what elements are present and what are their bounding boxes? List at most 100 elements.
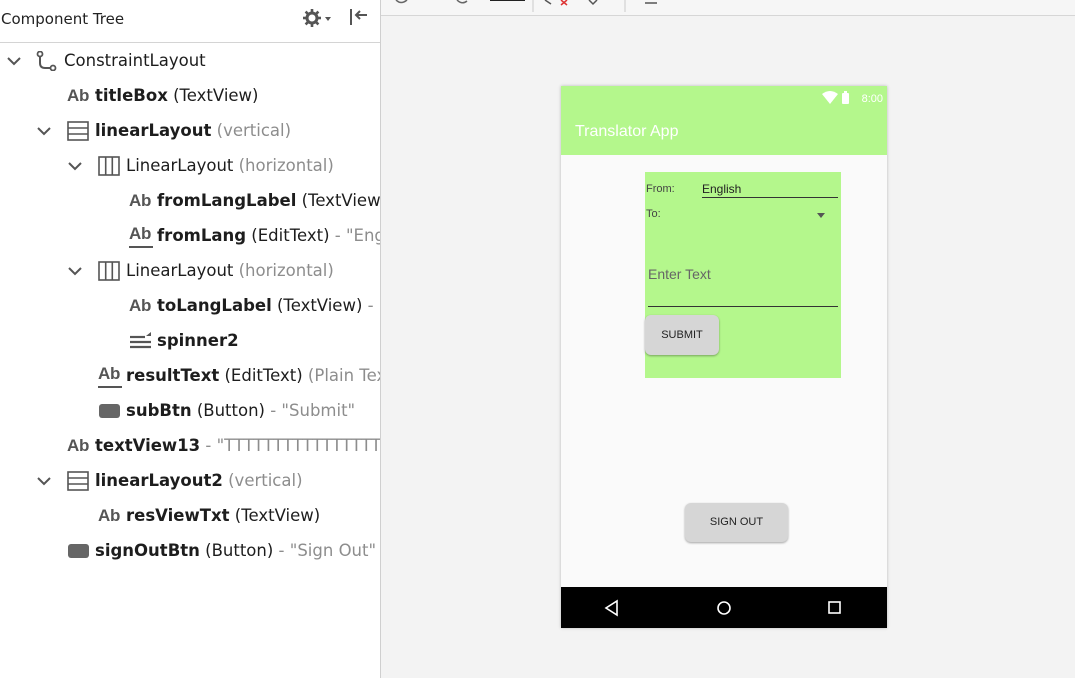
component-name: signOutBtn (95, 541, 200, 560)
tree-item-label: resultText (EditText) (Plain Text) (126, 366, 380, 385)
tree-item-label: fromLang (EditText) - "Englis (157, 226, 380, 245)
tree-item-linearlayout2[interactable]: linearLayout2 (vertical) (0, 464, 380, 498)
component-type: (TextView) (296, 191, 381, 210)
component-name: toLangLabel (157, 296, 272, 315)
tree-item-titlebox[interactable]: Ab titleBox (TextView) (0, 79, 380, 113)
button-icon (99, 404, 120, 418)
tree-item-signoutbtn[interactable]: signOutBtn (Button) - "Sign Out" (0, 534, 380, 568)
component-name: linearLayout2 (95, 471, 223, 490)
phone-preview[interactable]: 8:00 Translator App From: English To: En… (561, 86, 887, 628)
tree-item-subbtn[interactable]: subBtn (Button) - "Submit" (0, 394, 380, 428)
component-extra: - "To (367, 296, 380, 315)
tree-item-label: linearLayout (vertical) (95, 121, 291, 140)
textview-icon: Ab (98, 506, 121, 525)
panel-title: Component Tree (1, 10, 125, 28)
canvas-toolbar (381, 0, 1075, 16)
component-name: spinner2 (157, 331, 239, 350)
component-extra: (horizontal) (233, 156, 334, 175)
edittext-icon: Ab (98, 365, 122, 388)
tree-item-label: toLangLabel (TextView) - "To (157, 296, 380, 315)
tree-item-linearlayout-horizontal[interactable]: LinearLayout (horizontal) (0, 149, 380, 183)
tree-item-tolanglabel[interactable]: Ab toLangLabel (TextView) - "To (0, 289, 380, 323)
gear-dropdown-icon[interactable] (302, 8, 334, 28)
tree-item-fromlang[interactable]: Ab fromLang (EditText) - "Englis (0, 219, 380, 253)
toolbar-icons[interactable] (395, 0, 695, 12)
home-icon[interactable] (715, 599, 733, 617)
component-extra: - "Englis (334, 226, 380, 245)
component-name: ConstraintLayout (64, 51, 206, 70)
component-extra: - "Sign Out" (273, 541, 377, 560)
app-title: Translator App (575, 123, 679, 140)
textview-icon: Ab (129, 296, 152, 315)
textview-icon: Ab (67, 86, 90, 105)
design-canvas[interactable]: 8:00 Translator App From: English To: En… (381, 0, 1075, 678)
tree-item-label: LinearLayout (horizontal) (126, 156, 334, 175)
chevron-down-icon[interactable] (67, 263, 83, 279)
tree-item-label: titleBox (TextView) (95, 86, 259, 105)
tree-item-label: spinner2 (157, 331, 239, 350)
submit-button[interactable]: SUBMIT (645, 315, 719, 355)
component-name: textView13 (95, 436, 201, 455)
component-extra: - "TTTTTTTTTTTTTTTT (200, 436, 381, 455)
linear-horizontal-icon (98, 261, 120, 281)
textview-icon: Ab (67, 436, 90, 455)
component-tree-header: Component Tree (0, 0, 380, 43)
component-name: LinearLayout (126, 156, 234, 175)
component-type: (TextView) (271, 296, 363, 315)
component-type: (Button) (191, 401, 265, 420)
tree-item-linearlayout-horizontal-2[interactable]: LinearLayout (horizontal) (0, 254, 380, 288)
linear-layout-preview[interactable]: From: English To: Enter Text SUBMIT (645, 172, 841, 378)
result-text-field[interactable]: Enter Text (648, 264, 838, 307)
chevron-down-icon[interactable] (36, 473, 52, 489)
spinner-icon (130, 332, 151, 349)
tree-item-resviewtxt[interactable]: Ab resViewTxt (TextView) (0, 499, 380, 533)
tree-item-label: textView13 - "TTTTTTTTTTTTTTTT (95, 436, 381, 455)
navigation-bar (561, 587, 887, 628)
component-type: (TextView) (229, 506, 321, 525)
button-icon (68, 544, 89, 558)
component-extra: (vertical) (211, 121, 292, 140)
tree-item-label: fromLangLabel (TextView) - (157, 191, 381, 210)
tree-item-textview13[interactable]: Ab textView13 - "TTTTTTTTTTTTTTTT (0, 429, 380, 463)
chevron-down-icon[interactable] (36, 123, 52, 139)
wifi-battery-icon (822, 91, 849, 104)
linear-vertical-icon (67, 121, 89, 141)
edittext-icon: Ab (129, 225, 153, 248)
tree-item-constraintlayout[interactable]: ConstraintLayout (0, 44, 380, 78)
sign-out-button[interactable]: SIGN OUT (685, 503, 788, 542)
component-name: linearLayout (95, 121, 212, 140)
from-lang-field[interactable]: English (702, 182, 838, 198)
tree-item-fromlanglabel[interactable]: Ab fromLangLabel (TextView) - (0, 184, 380, 218)
component-name: resultText (126, 366, 220, 385)
tree-item-spinner2[interactable]: spinner2 (0, 324, 380, 358)
component-tree-panel: Component Tree ConstraintLayout Ab title… (0, 0, 381, 678)
tree-item-label: resViewTxt (TextView) (126, 506, 320, 525)
component-extra: - "Submit" (264, 401, 356, 420)
component-type: (TextView) (167, 86, 259, 105)
component-name: LinearLayout (126, 261, 234, 280)
constraint-layout-icon (36, 51, 57, 71)
component-extra: (vertical) (222, 471, 303, 490)
from-lang-label: From: (646, 183, 675, 195)
tree-item-label: LinearLayout (horizontal) (126, 261, 334, 280)
enter-text-hint: Enter Text (648, 266, 711, 282)
component-extra: (Plain Text) (307, 366, 380, 385)
chevron-down-icon[interactable] (6, 53, 22, 69)
tree-item-label: signOutBtn (Button) - "Sign Out" (95, 541, 376, 560)
tree-item-linearlayout[interactable]: linearLayout (vertical) (0, 114, 380, 148)
app-bar: 8:00 Translator App (561, 86, 887, 155)
linear-vertical-icon (67, 471, 89, 491)
component-type: (EditText) (246, 226, 330, 245)
component-name: titleBox (95, 86, 168, 105)
tree-item-resulttext[interactable]: Ab resultText (EditText) (Plain Text) (0, 359, 380, 393)
recents-icon[interactable] (826, 599, 844, 617)
spinner-dropdown-icon[interactable] (817, 213, 825, 218)
tree-item-label: linearLayout2 (vertical) (95, 471, 303, 490)
back-icon[interactable] (603, 599, 621, 617)
chevron-down-icon[interactable] (67, 158, 83, 174)
tree-item-label: ConstraintLayout (64, 51, 206, 70)
tree-item-label: subBtn (Button) - "Submit" (126, 401, 355, 420)
component-name: fromLangLabel (157, 191, 297, 210)
collapse-panel-icon[interactable] (348, 7, 370, 27)
to-lang-label: To: (646, 208, 661, 220)
